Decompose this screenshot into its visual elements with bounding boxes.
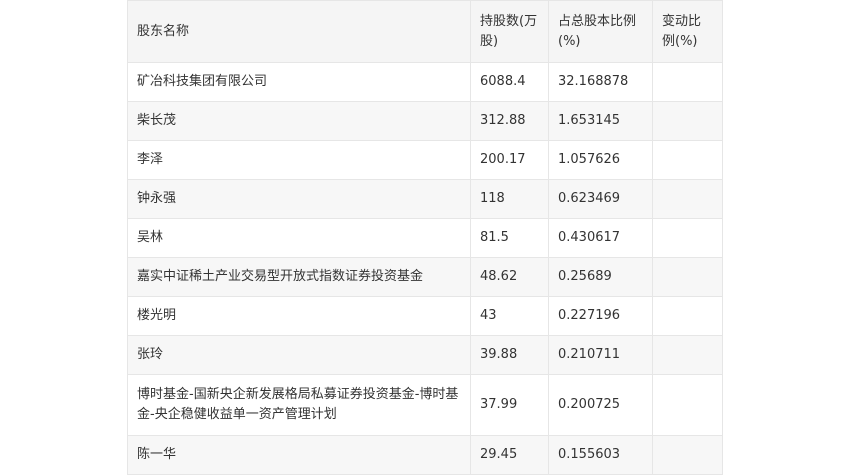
cell-ratio: 0.200725 bbox=[548, 374, 653, 436]
cell-change bbox=[652, 101, 723, 141]
cell-ratio: 1.057626 bbox=[548, 140, 653, 180]
table-row: 柴长茂 312.88 1.653145 bbox=[127, 101, 723, 141]
cell-shares: 81.5 bbox=[470, 218, 549, 258]
table-row: 矿冶科技集团有限公司 6088.4 32.168878 bbox=[127, 62, 723, 102]
table-row: 钟永强 118 0.623469 bbox=[127, 179, 723, 219]
cell-name: 柴长茂 bbox=[127, 101, 471, 141]
cell-change bbox=[652, 179, 723, 219]
cell-name: 吴林 bbox=[127, 218, 471, 258]
cell-name: 楼光明 bbox=[127, 296, 471, 336]
table-row: 吴林 81.5 0.430617 bbox=[127, 218, 723, 258]
cell-ratio: 1.653145 bbox=[548, 101, 653, 141]
cell-change bbox=[652, 374, 723, 436]
table-header-row: 股东名称 持股数(万股) 占总股本比例(%) 变动比例(%) bbox=[127, 0, 723, 63]
table-row: 嘉实中证稀土产业交易型开放式指数证券投资基金 48.62 0.25689 bbox=[127, 257, 723, 297]
cell-change bbox=[652, 296, 723, 336]
cell-ratio: 0.623469 bbox=[548, 179, 653, 219]
cell-name: 博时基金-国新央企新发展格局私募证券投资基金-博时基金-央企稳健收益单一资产管理… bbox=[127, 374, 471, 436]
cell-name: 陈一华 bbox=[127, 435, 471, 475]
header-shareholder-name: 股东名称 bbox=[127, 0, 471, 63]
cell-change bbox=[652, 257, 723, 297]
cell-change bbox=[652, 140, 723, 180]
cell-shares: 6088.4 bbox=[470, 62, 549, 102]
cell-shares: 200.17 bbox=[470, 140, 549, 180]
table-row: 楼光明 43 0.227196 bbox=[127, 296, 723, 336]
cell-shares: 29.45 bbox=[470, 435, 549, 475]
table-row: 李泽 200.17 1.057626 bbox=[127, 140, 723, 180]
cell-shares: 43 bbox=[470, 296, 549, 336]
shareholder-table-container: 股东名称 持股数(万股) 占总股本比例(%) 变动比例(%) 矿冶科技集团有限公… bbox=[127, 0, 723, 475]
cell-shares: 37.99 bbox=[470, 374, 549, 436]
cell-name: 钟永强 bbox=[127, 179, 471, 219]
cell-ratio: 32.168878 bbox=[548, 62, 653, 102]
cell-change bbox=[652, 62, 723, 102]
cell-shares: 312.88 bbox=[470, 101, 549, 141]
table-row: 博时基金-国新央企新发展格局私募证券投资基金-博时基金-央企稳健收益单一资产管理… bbox=[127, 374, 723, 436]
cell-ratio: 0.430617 bbox=[548, 218, 653, 258]
cell-name: 嘉实中证稀土产业交易型开放式指数证券投资基金 bbox=[127, 257, 471, 297]
cell-shares: 39.88 bbox=[470, 335, 549, 375]
cell-name: 张玲 bbox=[127, 335, 471, 375]
cell-change bbox=[652, 218, 723, 258]
cell-ratio: 0.210711 bbox=[548, 335, 653, 375]
cell-ratio: 0.227196 bbox=[548, 296, 653, 336]
cell-ratio: 0.25689 bbox=[548, 257, 653, 297]
header-shares: 持股数(万股) bbox=[470, 0, 549, 63]
cell-ratio: 0.155603 bbox=[548, 435, 653, 475]
cell-change bbox=[652, 435, 723, 475]
table-row: 张玲 39.88 0.210711 bbox=[127, 335, 723, 375]
cell-name: 李泽 bbox=[127, 140, 471, 180]
cell-change bbox=[652, 335, 723, 375]
header-change-ratio: 变动比例(%) bbox=[652, 0, 723, 63]
header-share-ratio: 占总股本比例(%) bbox=[548, 0, 653, 63]
cell-shares: 48.62 bbox=[470, 257, 549, 297]
cell-name: 矿冶科技集团有限公司 bbox=[127, 62, 471, 102]
table-row: 陈一华 29.45 0.155603 bbox=[127, 435, 723, 475]
shareholder-table: 股东名称 持股数(万股) 占总股本比例(%) 变动比例(%) 矿冶科技集团有限公… bbox=[127, 0, 723, 475]
cell-shares: 118 bbox=[470, 179, 549, 219]
